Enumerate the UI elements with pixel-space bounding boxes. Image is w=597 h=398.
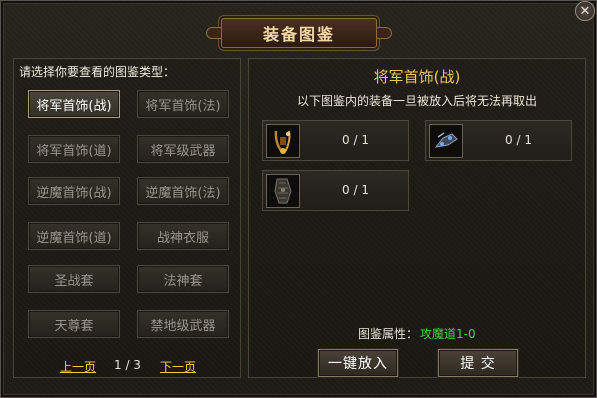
slot-count: 0 / 1 [342, 133, 369, 147]
category-button[interactable]: 将军级武器 [137, 135, 229, 163]
ring-glove-icon [266, 174, 300, 208]
category-button[interactable]: 将军首饰(战) [28, 90, 120, 118]
equipment-slot[interactable]: 0 / 1 [262, 120, 409, 161]
category-button[interactable]: 战神衣服 [137, 222, 229, 250]
slot-count: 0 / 1 [342, 183, 369, 197]
category-button[interactable]: 法神套 [137, 265, 229, 293]
bracelet-icon [429, 124, 463, 158]
attribute-label: 图鉴属性： [358, 327, 419, 341]
necklace-icon [266, 124, 300, 158]
close-icon: ✕ [579, 3, 591, 19]
notice-text: 以下图鉴内的装备一旦被放入后将无法再取出 [296, 94, 537, 108]
category-button[interactable]: 逆魔首饰(道) [28, 222, 120, 250]
prev-page-link[interactable]: 上一页 [60, 358, 96, 375]
category-button[interactable]: 圣战套 [28, 265, 120, 293]
category-button[interactable]: 将军首饰(道) [28, 135, 120, 163]
next-page-link[interactable]: 下一页 [160, 358, 196, 375]
slot-count: 0 / 1 [505, 133, 532, 147]
set-title: 将军首饰(战) [373, 68, 461, 86]
close-button[interactable]: ✕ [575, 1, 595, 21]
put-all-button[interactable]: 一键放入 [318, 349, 398, 377]
page-indicator: 1 / 3 [114, 358, 141, 372]
attribute-value: 攻魔道1-0 [420, 327, 476, 341]
category-prompt: 请选择你要查看的图鉴类型： [19, 65, 176, 79]
equipment-slot[interactable]: 0 / 1 [425, 120, 572, 161]
category-button[interactable]: 天尊套 [28, 310, 120, 338]
category-button[interactable]: 逆魔首饰(战) [28, 177, 120, 205]
category-button[interactable]: 逆魔首饰(法) [137, 177, 229, 205]
submit-button[interactable]: 提 交 [438, 349, 518, 377]
category-button[interactable]: 禁地级武器 [137, 310, 229, 338]
category-button[interactable]: 将军首饰(法) [137, 90, 229, 118]
equipment-slot[interactable]: 0 / 1 [262, 170, 409, 211]
window-title: 装备图鉴 [206, 18, 392, 48]
